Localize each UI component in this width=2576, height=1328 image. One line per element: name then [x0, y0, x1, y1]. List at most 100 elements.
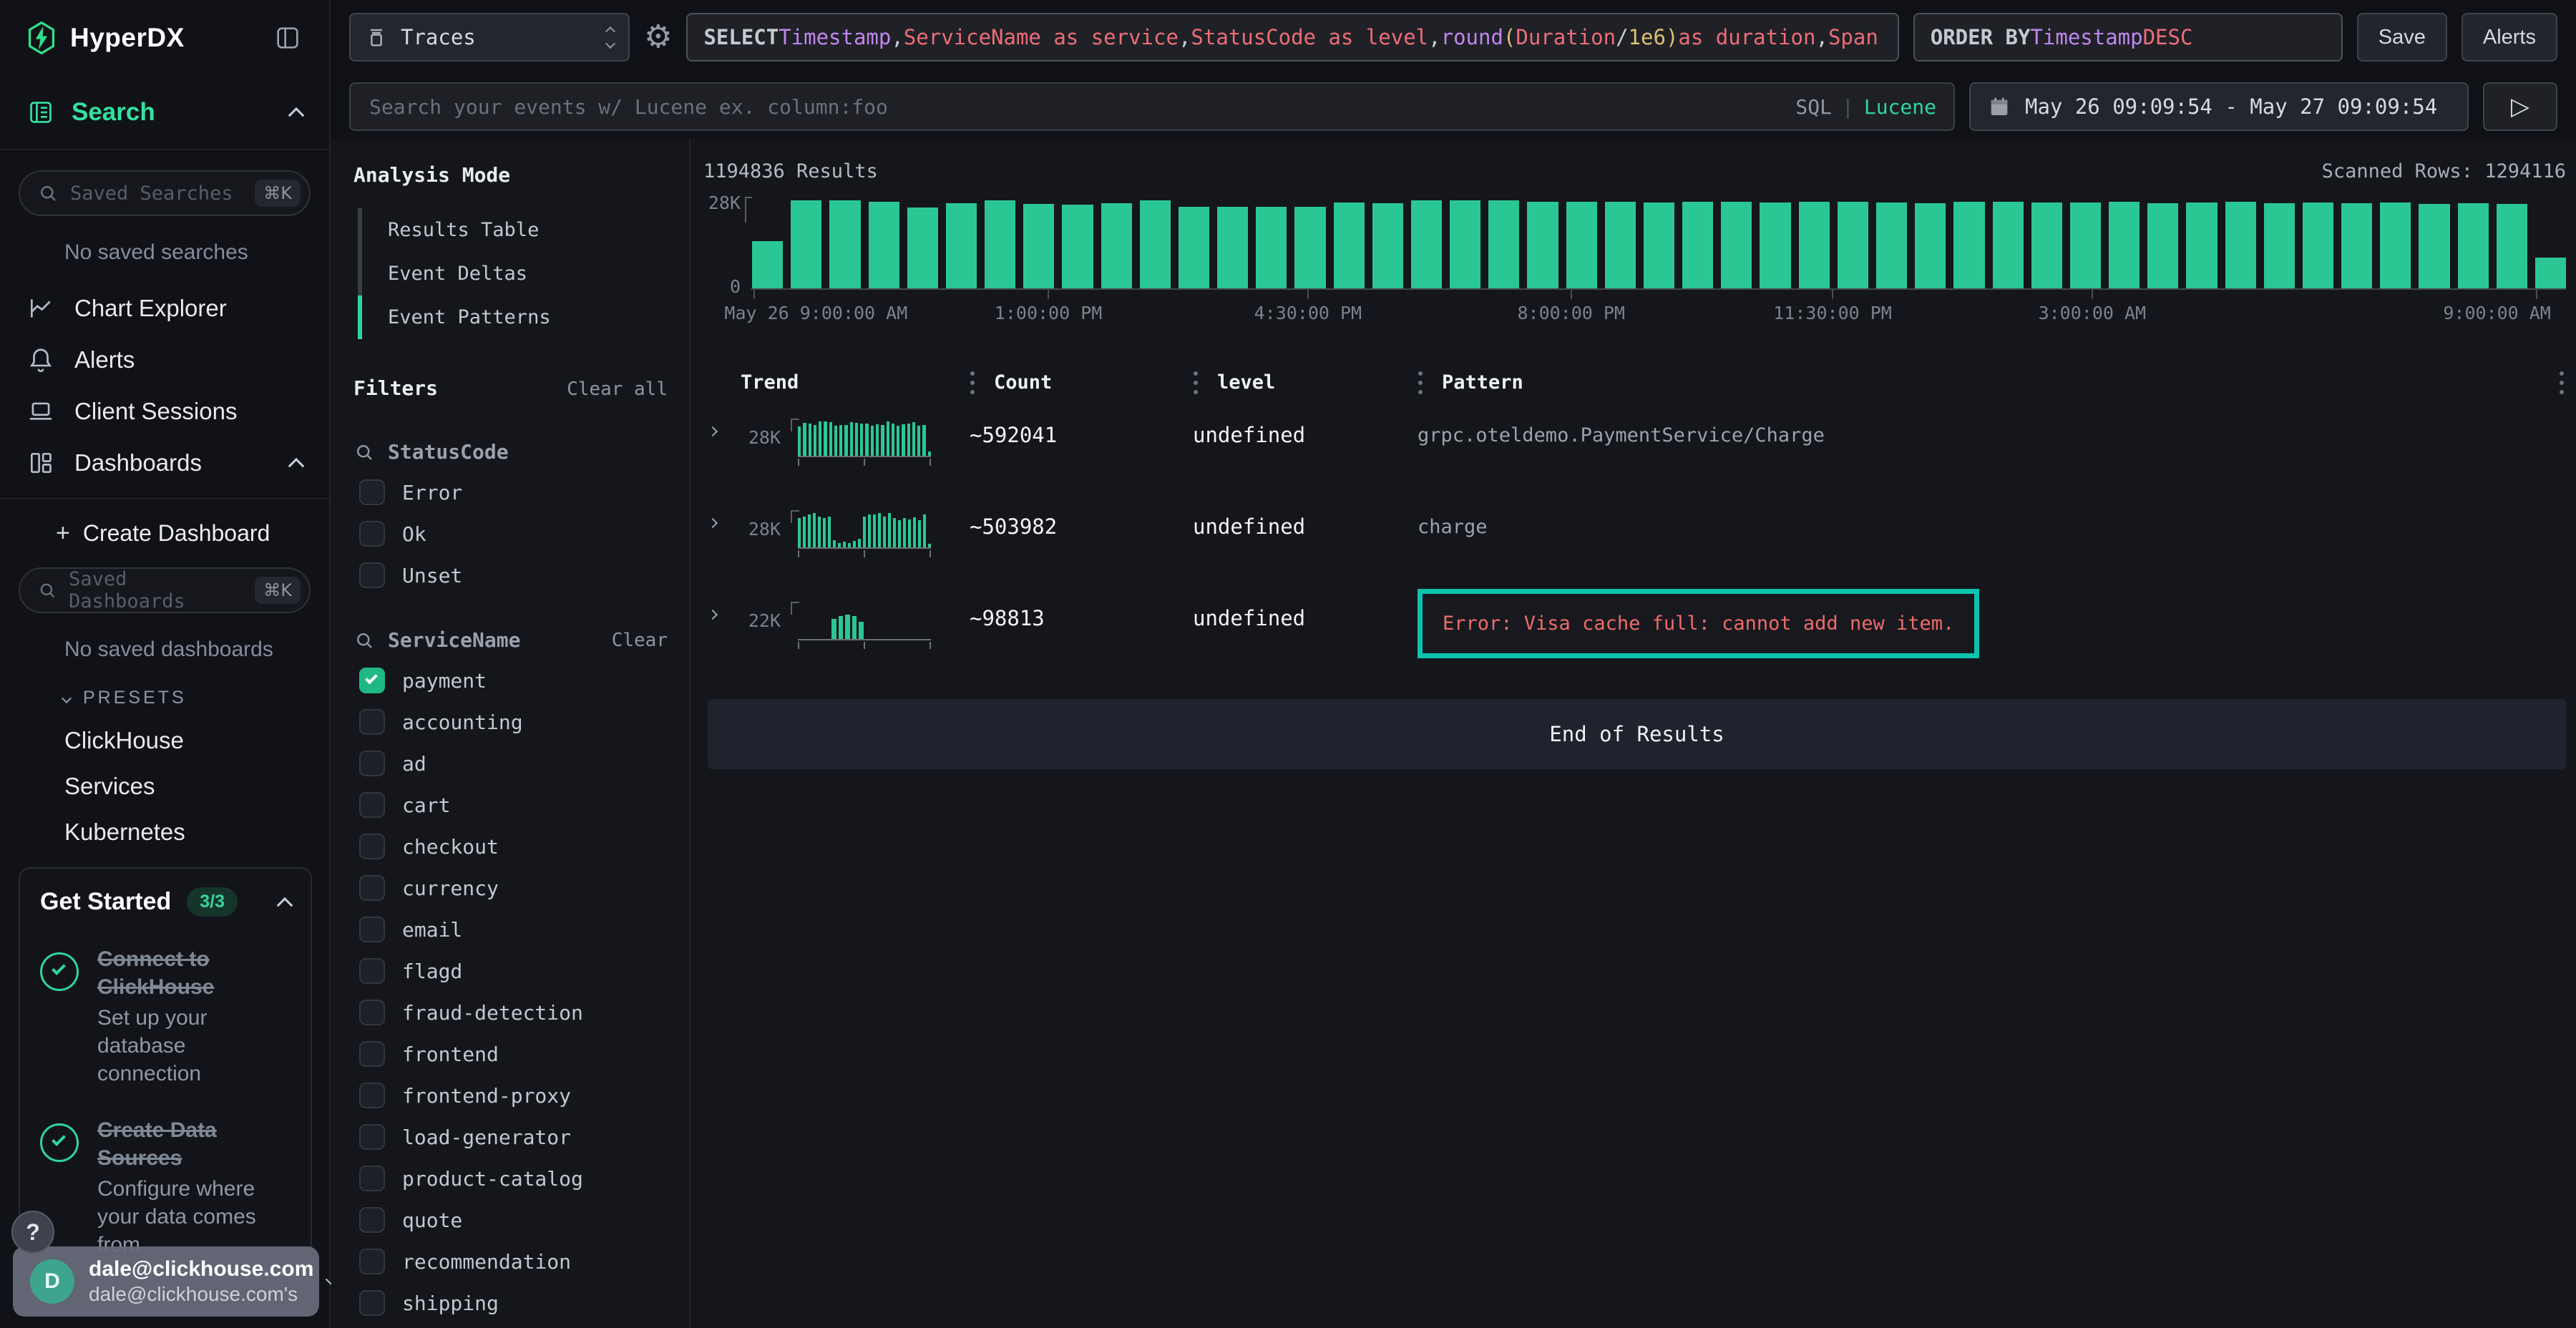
filter-option[interactable]: ad [353, 751, 668, 776]
checkbox[interactable] [359, 792, 385, 818]
checkbox[interactable] [359, 668, 385, 693]
expand-row-icon[interactable] [708, 518, 718, 528]
clear-link[interactable]: Clear [612, 630, 668, 651]
mode-event-patterns[interactable]: Event Patterns [358, 296, 668, 339]
filter-option[interactable]: load-generator [353, 1124, 668, 1150]
filter-option[interactable]: accounting [353, 709, 668, 735]
expand-row-icon[interactable] [708, 610, 718, 620]
checkbox[interactable] [359, 479, 385, 505]
filter-option[interactable]: Error [353, 479, 668, 505]
user-menu[interactable]: D dale@clickhouse.com dale@clickhouse.co… [13, 1246, 319, 1317]
col-header-pattern[interactable]: Pattern [1442, 371, 1523, 396]
filter-option[interactable]: recommendation [353, 1249, 668, 1274]
preset-item[interactable]: Services [64, 773, 329, 800]
table-row[interactable]: 22K ~98813 undefined Error: Visa cache f… [708, 599, 2569, 670]
checkbox[interactable] [359, 1041, 385, 1067]
source-select[interactable]: Traces [349, 13, 630, 62]
sql-select-input[interactable]: SELECT Timestamp, ServiceName as service… [686, 13, 1898, 62]
filter-option[interactable]: Ok [353, 521, 668, 547]
sidebar-item-alerts[interactable]: Alerts [0, 336, 329, 384]
checkbox[interactable] [359, 521, 385, 547]
checkbox[interactable] [359, 1166, 385, 1191]
mode-event-deltas[interactable]: Event Deltas [358, 252, 668, 296]
table-menu-icon[interactable] [2559, 371, 2565, 396]
preset-item[interactable]: ClickHouse [64, 727, 329, 754]
sql-mode-toggle[interactable]: SQL [1795, 95, 1832, 119]
alerts-button[interactable]: Alerts [2462, 13, 2557, 62]
checkbox[interactable] [359, 834, 385, 859]
table-row[interactable]: 28K ~503982 undefined charge [708, 507, 2569, 579]
checkbox[interactable] [359, 1000, 385, 1025]
checkbox[interactable] [359, 1124, 385, 1150]
saved-searches-input[interactable]: Saved Searches ⌘K [19, 170, 311, 216]
col-header-level[interactable]: level [1217, 371, 1275, 396]
filter-option[interactable]: frontend [353, 1041, 668, 1067]
x-axis-labels: May 26 9:00:00 AM1:00:00 PM4:30:00 PM8:0… [751, 300, 2566, 326]
col-header-trend[interactable]: Trend [741, 371, 799, 394]
filter-option[interactable]: flagd [353, 958, 668, 984]
checkbox[interactable] [359, 1207, 385, 1233]
filter-option[interactable]: Unset [353, 562, 668, 588]
create-dashboard-button[interactable]: + Create Dashboard [56, 519, 329, 547]
filter-option[interactable]: fraud-detection [353, 1000, 668, 1025]
checkbox[interactable] [359, 917, 385, 942]
get-started-item[interactable]: Connect to ClickHouse Set up your databa… [40, 945, 291, 1088]
filter-option[interactable]: currency [353, 875, 668, 901]
search-icon[interactable] [353, 630, 375, 651]
checkbox[interactable] [359, 1083, 385, 1108]
mode-results-table[interactable]: Results Table [358, 208, 668, 252]
get-started-progress-badge: 3/3 [187, 887, 238, 917]
filter-option[interactable]: frontend-proxy [353, 1083, 668, 1108]
checkbox[interactable] [359, 562, 385, 588]
filter-option-label: frontend [402, 1043, 499, 1066]
sidebar-item-dashboards[interactable]: Dashboards [0, 439, 329, 487]
search-icon [37, 182, 59, 204]
column-resize-handle[interactable] [1418, 371, 1423, 396]
lucene-mode-toggle[interactable]: Lucene [1864, 95, 1936, 119]
filter-option[interactable]: checkout [353, 834, 668, 859]
source-settings-gear-icon[interactable]: ⚙ [644, 21, 672, 53]
search-input[interactable] [368, 94, 1785, 119]
date-range-picker[interactable]: May 26 09:09:54 - May 27 09:09:54 [1969, 82, 2469, 131]
clear-all-link[interactable]: Clear all [567, 379, 668, 400]
sidebar-item-client-sessions[interactable]: Client Sessions [0, 388, 329, 435]
save-button[interactable]: Save [2357, 13, 2447, 62]
chevron-up-icon[interactable] [277, 897, 293, 913]
sidebar-item-chart-explorer[interactable]: Chart Explorer [0, 285, 329, 332]
table-header: Trend Count level Pattern [708, 371, 2569, 396]
date-range-value: May 26 09:09:54 - May 27 09:09:54 [2025, 94, 2437, 119]
column-resize-handle[interactable] [970, 371, 975, 396]
histogram-plot[interactable] [751, 198, 2566, 290]
get-started-item[interactable]: Create Data Sources Configure where your… [40, 1116, 291, 1259]
run-query-button[interactable]: ▷ [2483, 82, 2557, 131]
filter-option[interactable]: cart [353, 792, 668, 818]
checkbox[interactable] [359, 1290, 385, 1316]
column-resize-handle[interactable] [1193, 371, 1199, 396]
col-header-count[interactable]: Count [994, 371, 1052, 396]
checkbox[interactable] [359, 751, 385, 776]
filter-option[interactable]: shipping [353, 1290, 668, 1316]
preset-item[interactable]: Kubernetes [64, 819, 329, 846]
filter-option[interactable]: quote [353, 1207, 668, 1233]
checkbox[interactable] [359, 1249, 385, 1274]
user-email: dale@clickhouse.com [89, 1256, 313, 1282]
sidebar-collapse-icon[interactable] [273, 24, 302, 52]
presets-toggle[interactable]: PRESETS [63, 688, 329, 708]
filter-option[interactable]: email [353, 917, 668, 942]
search-icon[interactable] [353, 441, 375, 463]
table-row[interactable]: 28K ~592041 undefined grpc.oteldemo.Paym… [708, 416, 2569, 487]
order-by-input[interactable]: ORDER BY Timestamp DESC [1913, 13, 2343, 62]
filter-option[interactable]: product-catalog [353, 1166, 668, 1191]
sidebar-item-search[interactable]: Search [0, 76, 329, 150]
expand-row-icon[interactable] [708, 426, 718, 436]
get-started-header[interactable]: Get Started 3/3 [40, 887, 291, 917]
checkbox[interactable] [359, 875, 385, 901]
highlighted-error-pattern[interactable]: Error: Visa cache full: cannot add new i… [1418, 589, 1979, 658]
checkbox[interactable] [359, 958, 385, 984]
saved-dashboards-input[interactable]: Saved Dashboards ⌘K [19, 567, 311, 613]
chevron-up-icon[interactable] [288, 458, 305, 474]
help-button[interactable]: ? [11, 1211, 54, 1254]
chevron-up-icon[interactable] [288, 107, 305, 124]
checkbox[interactable] [359, 709, 385, 735]
filter-option[interactable]: payment [353, 668, 668, 693]
